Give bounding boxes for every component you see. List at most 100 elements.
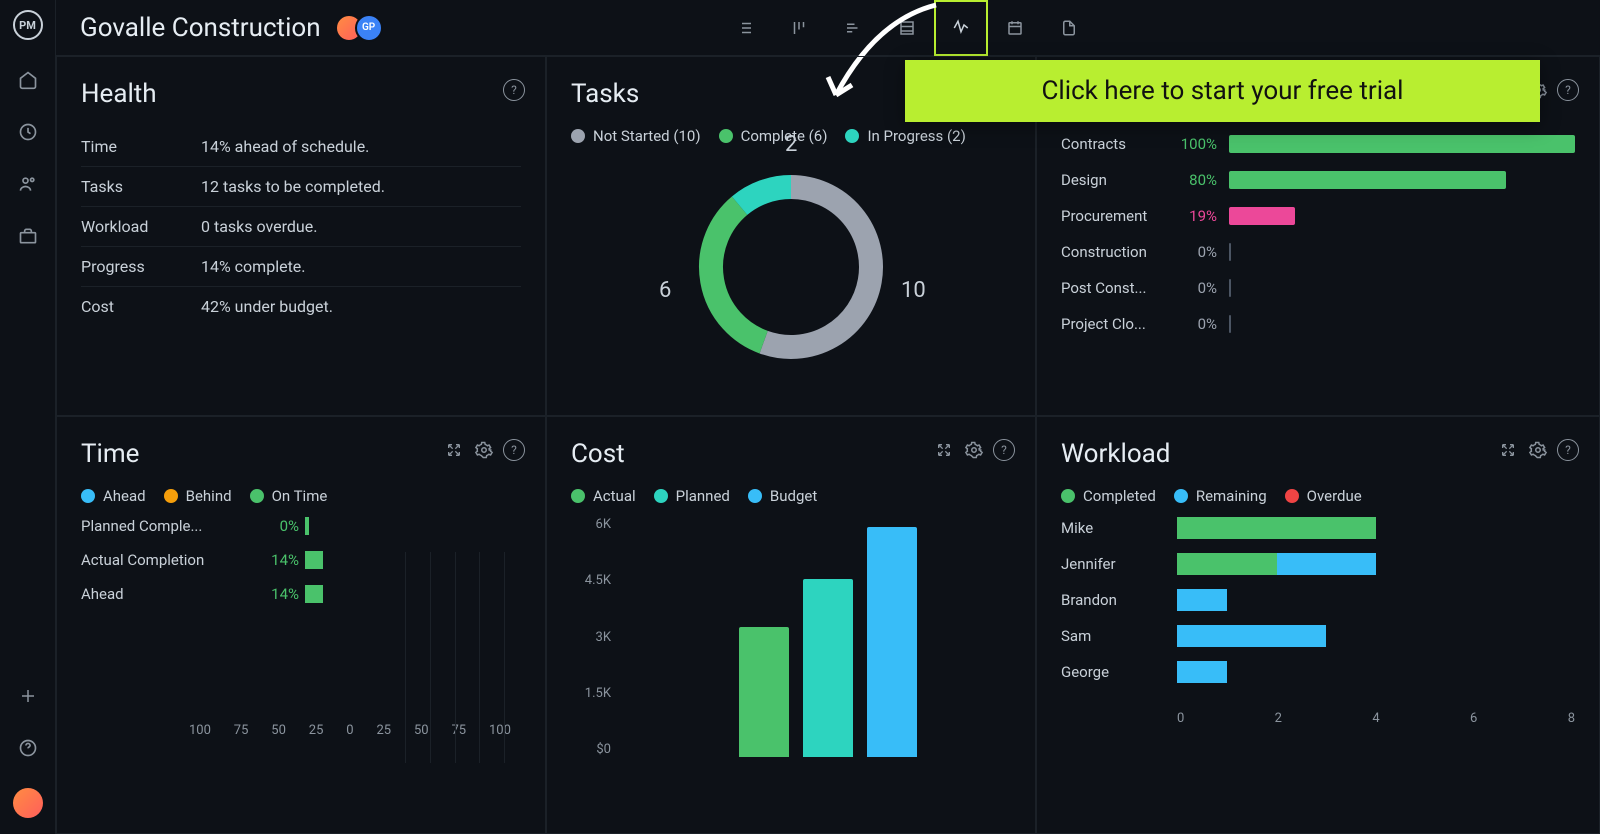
progress-bar bbox=[1229, 207, 1575, 225]
expand-icon[interactable] bbox=[1497, 439, 1519, 461]
axis-tick: 25 bbox=[309, 723, 324, 738]
help-icon[interactable]: ? bbox=[1557, 439, 1579, 461]
cost-panel: Cost ? ActualPlannedBudget 6K4.5K3K1.5K$… bbox=[546, 416, 1036, 834]
help-icon[interactable]: ? bbox=[993, 439, 1015, 461]
topbar: Govalle Construction GP bbox=[56, 0, 1600, 56]
axis-tick: 25 bbox=[376, 723, 391, 738]
svg-text:6: 6 bbox=[659, 278, 671, 303]
health-row: Cost42% under budget. bbox=[81, 287, 521, 326]
list-view-icon[interactable] bbox=[718, 0, 772, 56]
user-avatar[interactable] bbox=[13, 788, 43, 818]
legend-dot bbox=[748, 489, 762, 503]
health-value: 42% under budget. bbox=[201, 297, 333, 316]
legend-dot bbox=[654, 489, 668, 503]
workload-bar bbox=[1177, 517, 1575, 539]
time-label: Ahead bbox=[81, 585, 241, 603]
progress-label: Construction bbox=[1061, 243, 1161, 261]
dashboard-view-icon[interactable] bbox=[934, 0, 988, 56]
progress-row: Contracts 100% bbox=[1061, 135, 1575, 153]
axis-tick: 2 bbox=[1275, 711, 1282, 726]
progress-pct: 19% bbox=[1173, 207, 1217, 225]
help-icon[interactable]: ? bbox=[503, 79, 525, 101]
expand-icon[interactable] bbox=[933, 439, 955, 461]
legend-item: Completed bbox=[1061, 487, 1156, 505]
time-label: Planned Comple... bbox=[81, 517, 241, 535]
expand-icon[interactable] bbox=[443, 439, 465, 461]
workload-bar bbox=[1177, 625, 1575, 647]
help-icon[interactable] bbox=[16, 736, 40, 760]
workload-bar bbox=[1177, 553, 1575, 575]
legend-label: Actual bbox=[593, 487, 636, 505]
legend-dot bbox=[1061, 489, 1075, 503]
health-value: 12 tasks to be completed. bbox=[201, 177, 385, 196]
project-title: Govalle Construction bbox=[80, 13, 321, 43]
gear-icon[interactable] bbox=[1527, 439, 1549, 461]
file-view-icon[interactable] bbox=[1042, 0, 1096, 56]
progress-label: Design bbox=[1061, 171, 1161, 189]
cost-bar bbox=[867, 527, 917, 757]
time-label: Actual Completion bbox=[81, 551, 241, 569]
progress-bar bbox=[1229, 171, 1575, 189]
people-icon[interactable] bbox=[16, 172, 40, 196]
clock-icon[interactable] bbox=[16, 120, 40, 144]
axis-tick: 100 bbox=[189, 723, 211, 738]
axis-tick: 1.5K bbox=[571, 686, 611, 701]
legend-dot bbox=[1174, 489, 1188, 503]
svg-text:2: 2 bbox=[785, 132, 797, 157]
legend-item: Remaining bbox=[1174, 487, 1267, 505]
progress-row: Project Clo... 0% bbox=[1061, 315, 1575, 333]
axis-tick: 0 bbox=[1177, 711, 1184, 726]
board-view-icon[interactable] bbox=[772, 0, 826, 56]
axis-tick: 8 bbox=[1568, 711, 1575, 726]
sheet-view-icon[interactable] bbox=[880, 0, 934, 56]
legend-dot bbox=[571, 129, 585, 143]
legend-dot bbox=[164, 489, 178, 503]
legend-dot bbox=[571, 489, 585, 503]
legend-item: On Time bbox=[250, 487, 328, 505]
progress-row: Procurement 19% bbox=[1061, 207, 1575, 225]
briefcase-icon[interactable] bbox=[16, 224, 40, 248]
axis-tick: 4 bbox=[1372, 711, 1379, 726]
legend-item: Not Started (10) bbox=[571, 127, 701, 145]
gear-icon[interactable] bbox=[963, 439, 985, 461]
time-bar bbox=[305, 585, 323, 603]
app-logo[interactable]: PM bbox=[13, 10, 43, 40]
workload-name: Sam bbox=[1061, 627, 1177, 645]
health-label: Tasks bbox=[81, 177, 201, 196]
free-trial-cta[interactable]: Click here to start your free trial bbox=[905, 60, 1540, 122]
help-icon[interactable]: ? bbox=[1557, 79, 1579, 101]
workload-row: George bbox=[1061, 661, 1575, 683]
progress-label: Contracts bbox=[1061, 135, 1161, 153]
legend-label: Behind bbox=[186, 487, 232, 505]
axis-tick: $0 bbox=[571, 742, 611, 757]
home-icon[interactable] bbox=[16, 68, 40, 92]
legend-dot bbox=[250, 489, 264, 503]
workload-row: Brandon bbox=[1061, 589, 1575, 611]
axis-tick: 4.5K bbox=[571, 573, 611, 588]
workload-name: Brandon bbox=[1061, 591, 1177, 609]
progress-pct: 0% bbox=[1173, 243, 1217, 261]
gantt-view-icon[interactable] bbox=[826, 0, 880, 56]
time-bar bbox=[305, 517, 309, 535]
calendar-view-icon[interactable] bbox=[988, 0, 1042, 56]
plus-icon[interactable] bbox=[16, 684, 40, 708]
workload-row: Jennifer bbox=[1061, 553, 1575, 575]
panel-title: Health bbox=[81, 79, 521, 109]
legend-label: Overdue bbox=[1307, 487, 1362, 505]
time-pct: 0% bbox=[241, 517, 299, 535]
legend-dot bbox=[1285, 489, 1299, 503]
workload-name: George bbox=[1061, 663, 1177, 681]
axis-tick: 75 bbox=[234, 723, 249, 738]
gear-icon[interactable] bbox=[473, 439, 495, 461]
time-panel: Time ? AheadBehindOn Time Planned Comple… bbox=[56, 416, 546, 834]
legend-label: In Progress (2) bbox=[867, 127, 965, 145]
progress-bar bbox=[1229, 243, 1575, 261]
svg-text:10: 10 bbox=[901, 278, 926, 303]
legend-label: Not Started (10) bbox=[593, 127, 701, 145]
help-icon[interactable]: ? bbox=[503, 439, 525, 461]
workload-name: Jennifer bbox=[1061, 555, 1177, 573]
member-badge[interactable]: GP bbox=[355, 14, 383, 42]
avatar-group[interactable]: GP bbox=[335, 14, 383, 42]
workload-seg bbox=[1177, 661, 1227, 683]
health-panel: Health ? Time14% ahead of schedule.Tasks… bbox=[56, 56, 546, 416]
